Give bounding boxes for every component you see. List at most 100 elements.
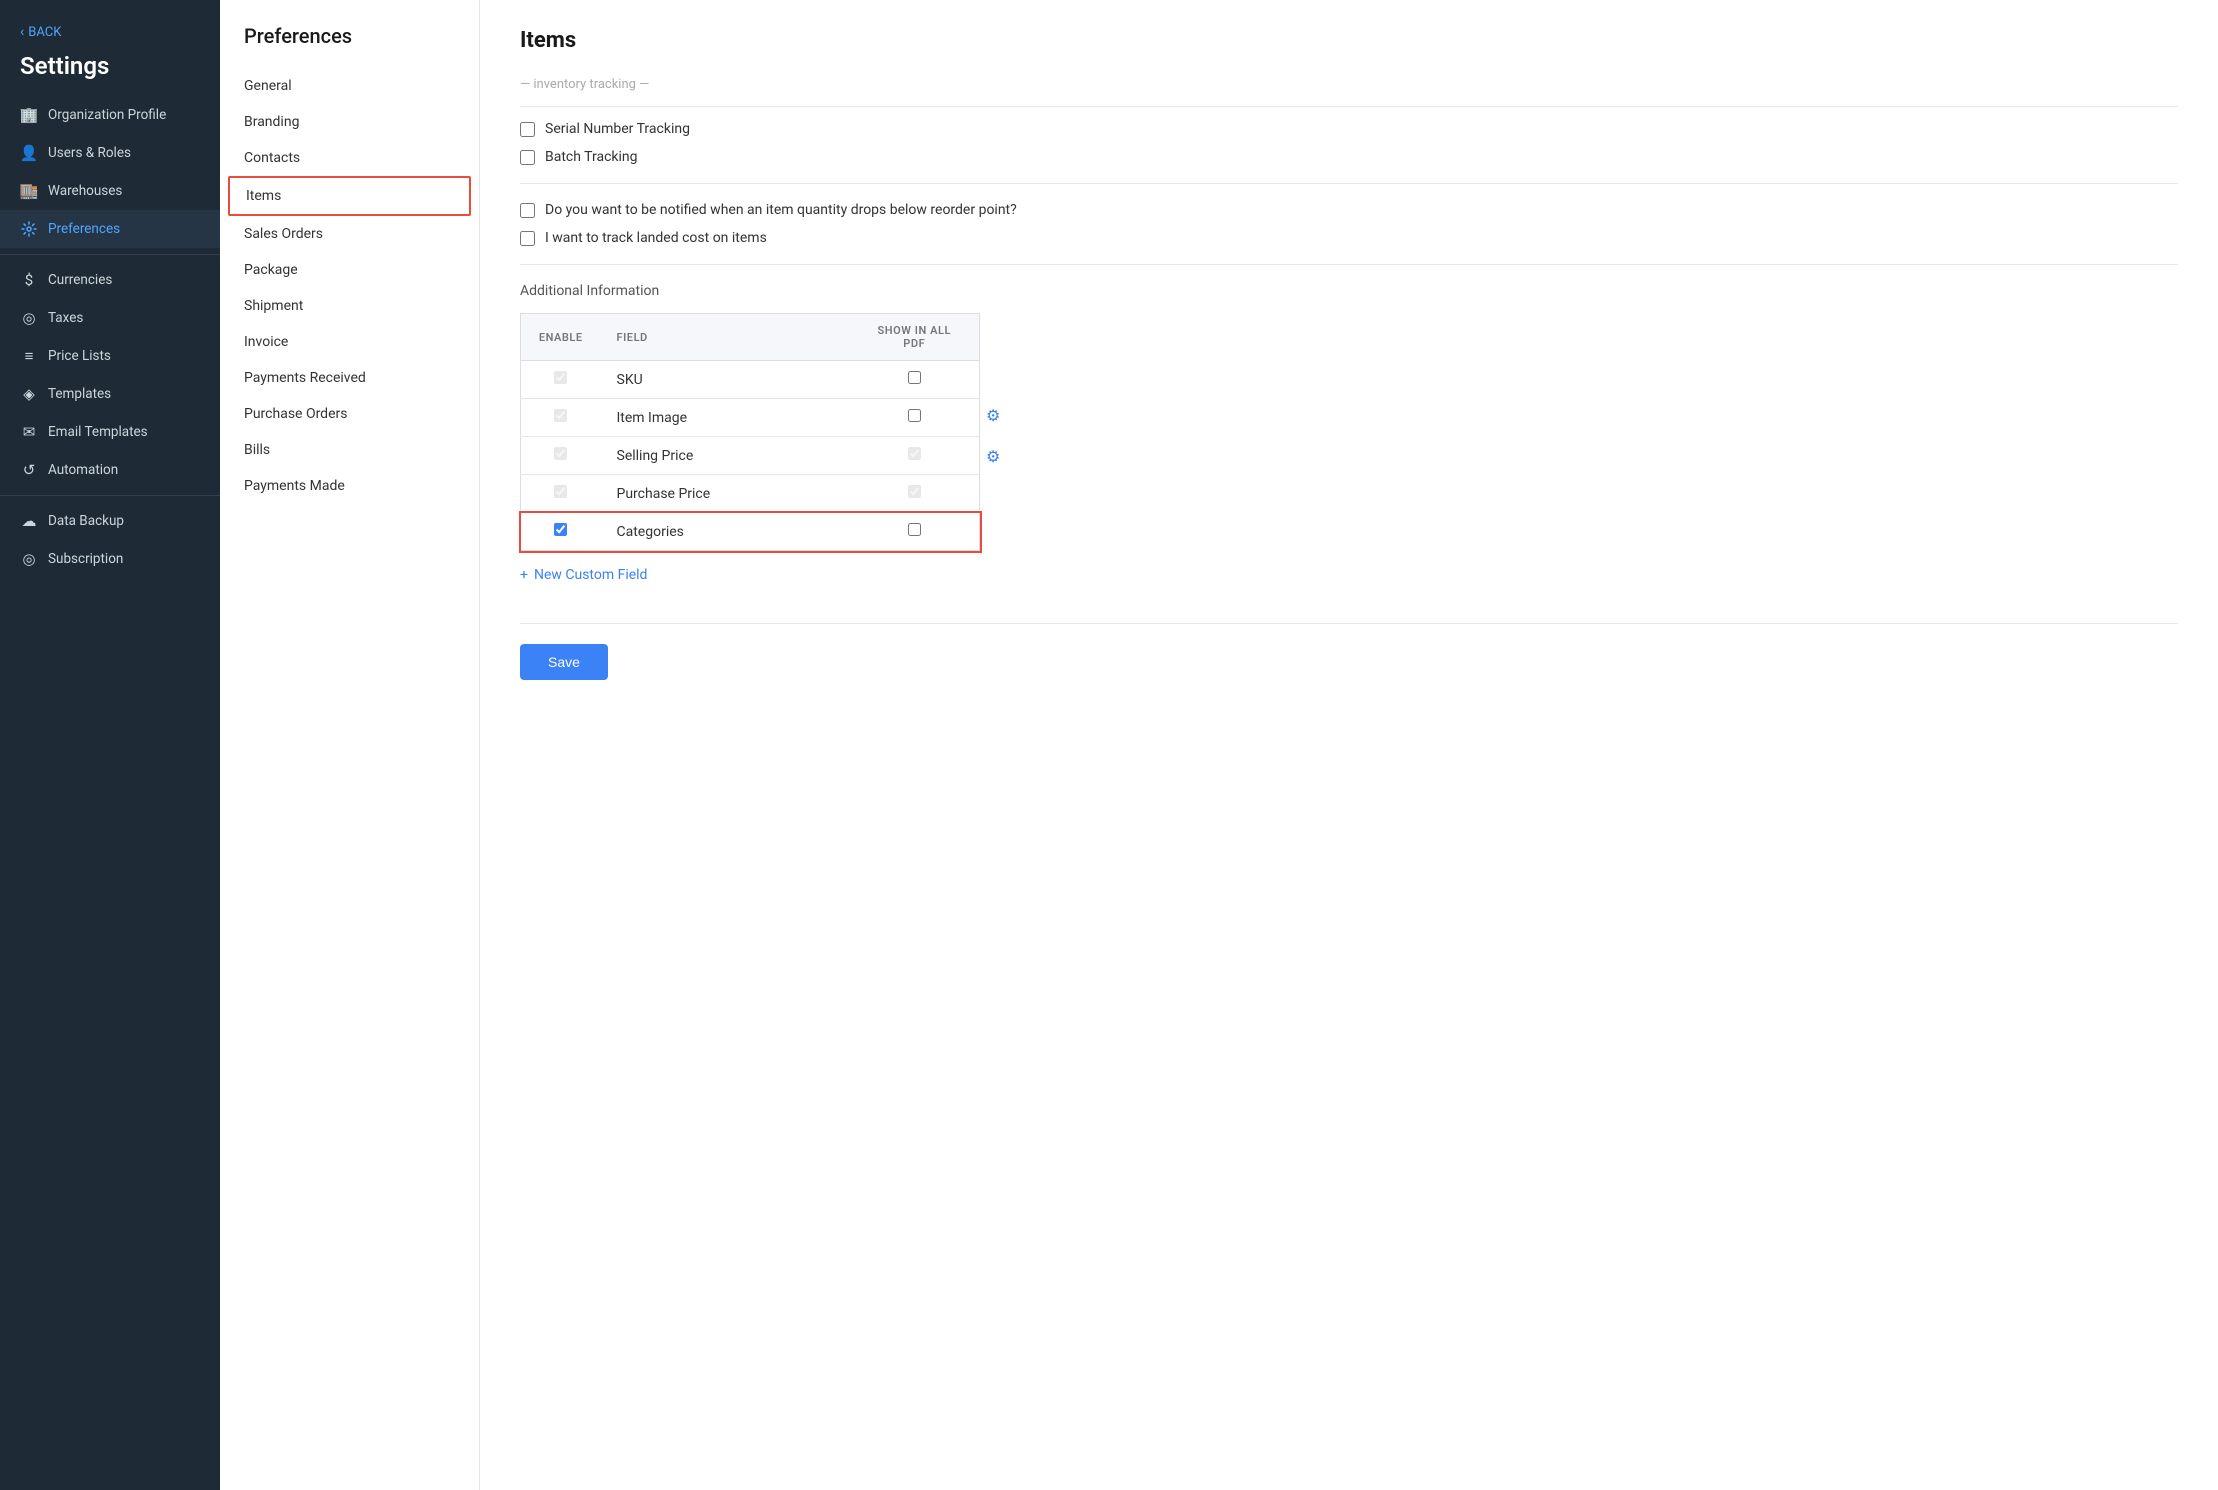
selling-price-pdf-cell <box>850 437 980 475</box>
warehouses-icon: 🏬 <box>20 182 38 200</box>
purchase-price-pdf-cell <box>850 475 980 513</box>
sidebar-label-users-roles: Users & Roles <box>48 145 131 161</box>
middle-panel: Preferences General Branding Contacts It… <box>220 0 480 1490</box>
divider-1 <box>0 254 220 255</box>
col-show-in-pdf: SHOW IN ALL PDF <box>850 314 980 361</box>
sidebar-label-automation: Automation <box>48 462 118 478</box>
back-label: BACK <box>28 25 61 40</box>
nav-item-items[interactable]: Items <box>228 176 471 216</box>
item-image-enable-cell <box>521 399 601 437</box>
sidebar-label-email-templates: Email Templates <box>48 424 148 440</box>
sidebar-label-warehouses: Warehouses <box>48 183 122 199</box>
item-image-pdf-cell <box>850 399 980 437</box>
selling-price-pdf-checkbox[interactable] <box>908 447 921 460</box>
users-icon: 👤 <box>20 144 38 162</box>
sidebar-item-data-backup[interactable]: ☁ Data Backup <box>0 502 220 540</box>
sidebar-item-currencies[interactable]: $ Currencies <box>0 261 220 299</box>
serial-number-row: Serial Number Tracking <box>520 121 2178 137</box>
selling-price-field-cell: Selling Price <box>601 437 850 475</box>
landed-cost-row: I want to track landed cost on items <box>520 230 2178 246</box>
nav-item-package[interactable]: Package <box>220 252 479 288</box>
nav-item-payments-made[interactable]: Payments Made <box>220 468 479 504</box>
purchase-price-pdf-checkbox[interactable] <box>908 485 921 498</box>
new-custom-field-button[interactable]: + New Custom Field <box>520 567 2178 583</box>
sidebar-item-preferences[interactable]: Preferences <box>0 210 220 248</box>
col-enable: ENABLE <box>521 314 601 361</box>
reorder-notify-checkbox[interactable] <box>520 203 535 218</box>
landed-cost-checkbox[interactable] <box>520 231 535 246</box>
sidebar-item-warehouses[interactable]: 🏬 Warehouses <box>0 172 220 210</box>
nav-item-contacts[interactable]: Contacts <box>220 140 479 176</box>
item-image-enable-checkbox[interactable] <box>554 409 567 422</box>
serial-number-label: Serial Number Tracking <box>545 121 690 137</box>
save-section: Save <box>520 623 2178 680</box>
main-content: Items — inventory tracking — Serial Numb… <box>480 0 2218 1490</box>
save-button[interactable]: Save <box>520 644 608 680</box>
nav-item-sales-orders[interactable]: Sales Orders <box>220 216 479 252</box>
faded-section: — inventory tracking — <box>520 77 2178 107</box>
divider-2 <box>0 495 220 496</box>
organization-icon: 🏢 <box>20 106 38 124</box>
middle-panel-title: Preferences <box>220 24 479 68</box>
back-button[interactable]: ‹ BACK <box>0 16 220 48</box>
additional-info-table: ENABLE FIELD SHOW IN ALL PDF SKU <box>520 313 980 551</box>
nav-item-bills[interactable]: Bills <box>220 432 479 468</box>
categories-pdf-checkbox[interactable] <box>908 523 921 536</box>
subscription-icon: ◎ <box>20 550 38 568</box>
gear-icon[interactable]: ⚙ <box>986 406 1000 425</box>
selling-price-enable-cell <box>521 437 601 475</box>
categories-enable-cell <box>521 513 601 551</box>
automation-icon: ↺ <box>20 461 38 479</box>
plus-icon: + <box>520 567 528 583</box>
landed-cost-label: I want to track landed cost on items <box>545 230 767 246</box>
sku-pdf-cell <box>850 361 980 399</box>
chevron-left-icon: ‹ <box>20 24 24 40</box>
categories-enable-checkbox[interactable] <box>554 523 567 536</box>
additional-info-title: Additional Information <box>520 283 2178 299</box>
sidebar-item-subscription[interactable]: ◎ Subscription <box>0 540 220 578</box>
reorder-notify-label: Do you want to be notified when an item … <box>545 202 1017 218</box>
new-custom-field-label: New Custom Field <box>534 567 648 583</box>
page-title: Items <box>520 28 2178 53</box>
categories-pdf-cell <box>850 513 980 551</box>
purchase-price-enable-checkbox[interactable] <box>554 485 567 498</box>
table-row: Categories <box>521 513 980 551</box>
selling-price-enable-checkbox[interactable] <box>554 447 567 460</box>
gear-icon[interactable]: ⚙ <box>986 447 1000 466</box>
nav-item-invoice[interactable]: Invoice <box>220 324 479 360</box>
item-image-pdf-checkbox[interactable] <box>908 409 921 422</box>
item-image-field-cell: Item Image <box>601 399 850 437</box>
sidebar-item-price-lists[interactable]: ≡ Price Lists <box>0 337 220 375</box>
table-row: SKU <box>521 361 980 399</box>
divider-section-2 <box>520 264 2178 265</box>
sku-enable-checkbox[interactable] <box>554 371 567 384</box>
sku-pdf-checkbox[interactable] <box>908 371 921 384</box>
selling-price-gear[interactable]: ⚙ <box>986 395 1000 436</box>
batch-tracking-checkbox[interactable] <box>520 150 535 165</box>
sidebar-label-preferences: Preferences <box>48 221 120 237</box>
sidebar-label-taxes: Taxes <box>48 310 83 326</box>
sidebar-item-templates[interactable]: ◈ Templates <box>0 375 220 413</box>
sku-enable-cell <box>521 361 601 399</box>
sidebar-label-price-lists: Price Lists <box>48 348 111 364</box>
taxes-icon: ◎ <box>20 309 38 327</box>
sidebar-item-organization-profile[interactable]: 🏢 Organization Profile <box>0 96 220 134</box>
nav-item-general[interactable]: General <box>220 68 479 104</box>
reorder-notify-row: Do you want to be notified when an item … <box>520 202 2178 218</box>
nav-item-purchase-orders[interactable]: Purchase Orders <box>220 396 479 432</box>
sidebar-item-automation[interactable]: ↺ Automation <box>0 451 220 489</box>
sidebar-item-users-roles[interactable]: 👤 Users & Roles <box>0 134 220 172</box>
sidebar-item-taxes[interactable]: ◎ Taxes <box>0 299 220 337</box>
nav-item-shipment[interactable]: Shipment <box>220 288 479 324</box>
sidebar: ‹ BACK Settings 🏢 Organization Profile 👤… <box>0 0 220 1490</box>
batch-tracking-label: Batch Tracking <box>545 149 638 165</box>
nav-item-payments-received[interactable]: Payments Received <box>220 360 479 396</box>
purchase-price-gear[interactable]: ⚙ <box>986 436 1000 477</box>
sidebar-label-currencies: Currencies <box>48 272 112 288</box>
nav-item-branding[interactable]: Branding <box>220 104 479 140</box>
sidebar-item-email-templates[interactable]: ✉ Email Templates <box>0 413 220 451</box>
currencies-icon: $ <box>20 271 38 289</box>
serial-number-checkbox[interactable] <box>520 122 535 137</box>
email-templates-icon: ✉ <box>20 423 38 441</box>
purchase-price-field-cell: Purchase Price <box>601 475 850 513</box>
